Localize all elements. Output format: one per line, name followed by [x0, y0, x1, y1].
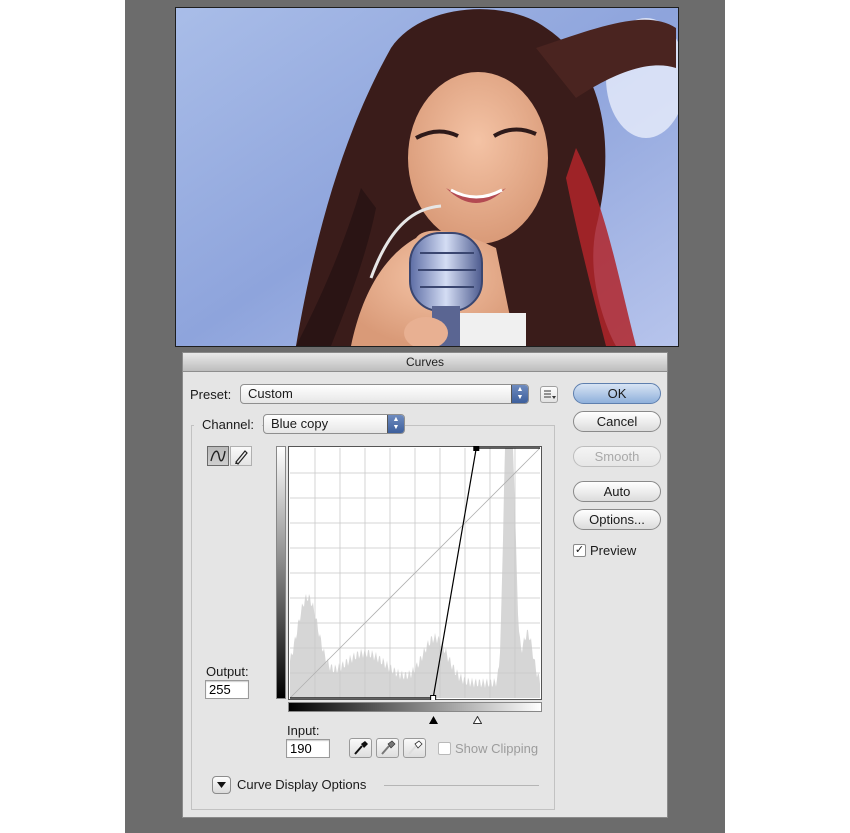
show-clipping-label: Show Clipping	[455, 741, 539, 756]
input-label: Input:	[287, 723, 320, 738]
black-eyedropper-icon[interactable]	[349, 738, 372, 758]
curve-display-options-label: Curve Display Options	[237, 777, 367, 792]
curves-graph[interactable]	[288, 445, 542, 703]
output-gradient-bar	[276, 446, 286, 699]
curves-dialog: Curves Preset: Custom ▲ ▼ OK Cancel Smoot…	[182, 352, 668, 818]
smooth-button[interactable]: Smooth	[573, 446, 661, 467]
input-field[interactable]	[286, 739, 330, 758]
separator-line	[384, 785, 539, 786]
black-point-slider[interactable]	[428, 712, 438, 724]
white-point-slider[interactable]	[472, 712, 483, 724]
channel-dropdown[interactable]: Blue copy ▲ ▼	[263, 414, 405, 434]
dropdown-arrows-icon: ▲ ▼	[511, 385, 528, 403]
preset-dropdown[interactable]: Custom ▲ ▼	[240, 384, 529, 404]
curve-control-point[interactable]	[473, 445, 480, 451]
cancel-button[interactable]: Cancel	[573, 411, 661, 432]
gray-eyedropper-icon[interactable]	[376, 738, 399, 758]
white-eyedropper-icon[interactable]	[403, 738, 426, 758]
curve-point-icon[interactable]	[207, 446, 229, 466]
input-gradient-bar	[288, 702, 542, 712]
dropdown-arrows-icon: ▲ ▼	[387, 415, 404, 433]
preset-label: Preset:	[190, 387, 232, 402]
dialog-title: Curves	[183, 353, 667, 372]
preview-label: Preview	[590, 543, 637, 558]
show-clipping-checkbox[interactable]	[438, 742, 451, 755]
disclosure-triangle-icon[interactable]	[212, 776, 231, 794]
document-photo	[175, 7, 679, 347]
channel-value: Blue copy	[271, 416, 329, 431]
preset-options-icon[interactable]	[540, 386, 558, 403]
pencil-icon[interactable]	[230, 446, 252, 466]
options-button[interactable]: Options...	[573, 509, 661, 530]
preview-checkbox[interactable]: ✓	[573, 544, 586, 557]
curve-control-point[interactable]	[430, 695, 437, 701]
auto-button[interactable]: Auto	[573, 481, 661, 502]
output-field[interactable]	[205, 680, 249, 699]
output-label: Output:	[206, 664, 249, 679]
ok-button[interactable]: OK	[573, 383, 661, 404]
channel-label: Channel:	[194, 417, 263, 432]
preset-value: Custom	[248, 386, 293, 401]
checkmark-icon: ✓	[574, 544, 585, 556]
